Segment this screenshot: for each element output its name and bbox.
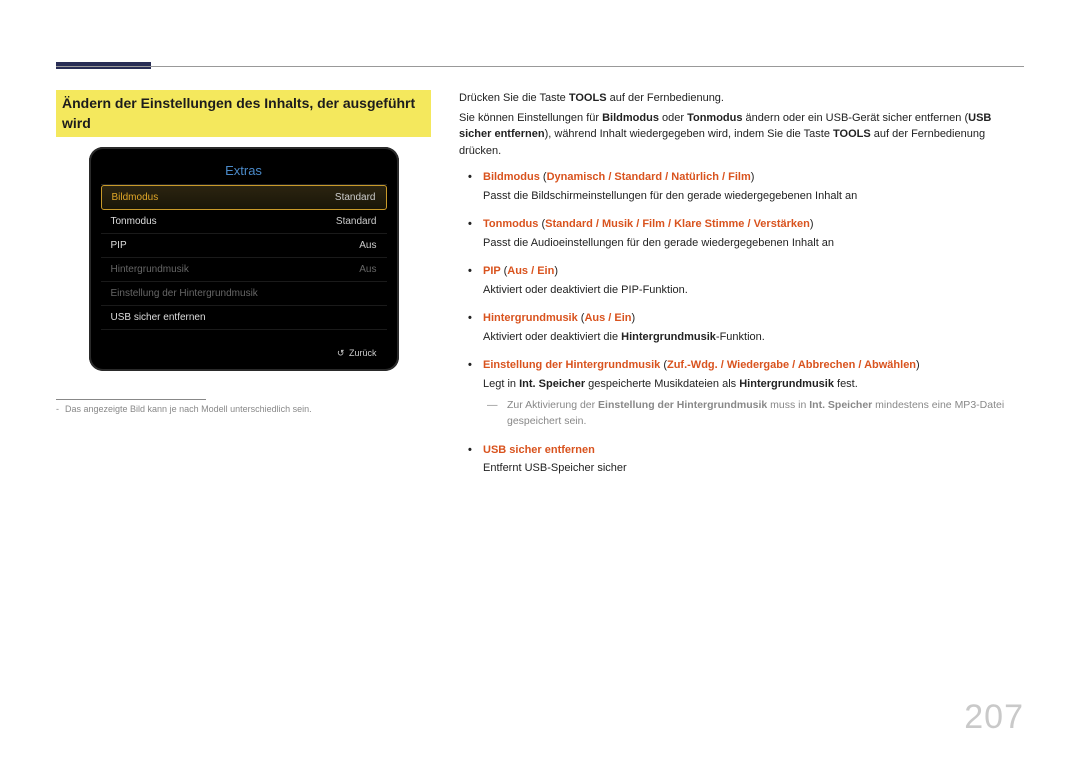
intro-line-1: Drücken Sie die Taste TOOLS auf der Fern… [459, 90, 1024, 107]
menu-label: USB sicher entfernen [111, 312, 206, 323]
option-tonmodus: Tonmodus (Standard / Musik / Film / Klar… [459, 216, 1024, 251]
option-pip: PIP (Aus / Ein) Aktiviert oder deaktivie… [459, 263, 1024, 298]
menu-value: Standard [335, 192, 376, 203]
menu-value: Aus [359, 240, 376, 251]
menu-row-bildmodus[interactable]: Bildmodus Standard [101, 185, 387, 210]
page-number: 207 [964, 698, 1024, 737]
menu-label: Hintergrundmusik [111, 264, 189, 275]
device-menu-panel: Extras Bildmodus Standard Tonmodus Stand… [89, 147, 399, 371]
option-hintergrundmusik: Hintergrundmusik (Aus / Ein) Aktiviert o… [459, 310, 1024, 345]
option-einstellung-hintergrundmusik: Einstellung der Hintergrundmusik (Zuf.-W… [459, 357, 1024, 430]
option-usb-entfernen: USB sicher entfernen Entfernt USB-Speich… [459, 442, 1024, 477]
menu-row-hintergrundmusik[interactable]: Hintergrundmusik Aus [101, 258, 387, 282]
option-subnote: Zur Aktivierung der Einstellung der Hint… [483, 398, 1024, 430]
section-heading: Ändern der Einstellungen des Inhalts, de… [56, 90, 431, 137]
menu-row-einstellung-hintergrundmusik[interactable]: Einstellung der Hintergrundmusik [101, 282, 387, 306]
menu-label: Tonmodus [111, 216, 157, 227]
left-footnote: -Das angezeigte Bild kann je nach Modell… [56, 404, 431, 414]
menu-label: PIP [111, 240, 127, 251]
intro-line-2: Sie können Einstellungen für Bildmodus o… [459, 110, 1024, 160]
menu-value: Standard [336, 216, 377, 227]
option-bildmodus: Bildmodus (Dynamisch / Standard / Natürl… [459, 169, 1024, 204]
header-rule [56, 66, 1024, 67]
panel-back-button[interactable]: ↻ Zurück [101, 330, 387, 363]
menu-row-tonmodus[interactable]: Tonmodus Standard [101, 210, 387, 234]
menu-value: Aus [359, 264, 376, 275]
return-icon: ↻ [337, 348, 345, 359]
menu-row-usb-entfernen[interactable]: USB sicher entfernen [101, 306, 387, 330]
menu-label: Bildmodus [112, 192, 159, 203]
menu-label: Einstellung der Hintergrundmusik [111, 288, 258, 299]
panel-back-label: Zurück [349, 348, 377, 358]
panel-title: Extras [101, 157, 387, 185]
footnote-rule [56, 399, 206, 400]
menu-row-pip[interactable]: PIP Aus [101, 234, 387, 258]
